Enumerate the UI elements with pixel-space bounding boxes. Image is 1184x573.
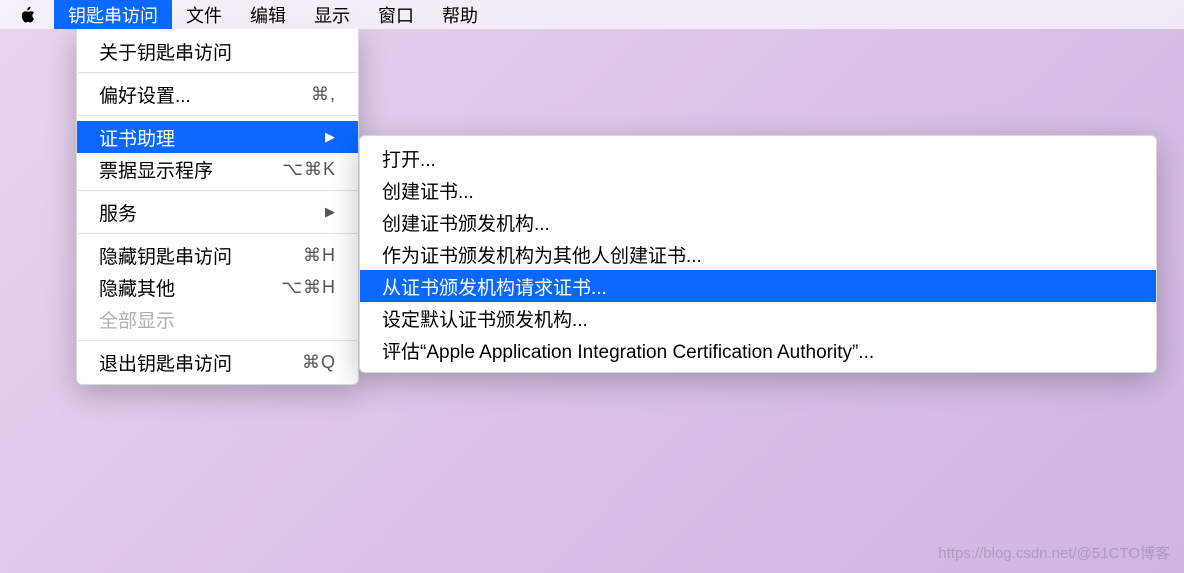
- menubar-item-0[interactable]: 钥匙串访问: [54, 0, 172, 29]
- menu-item-5[interactable]: 票据显示程序 ⌥⌘K: [77, 153, 358, 185]
- menu-item-label: 证书助理: [99, 124, 175, 151]
- submenu-item-2[interactable]: 创建证书颁发机构...: [360, 206, 1156, 238]
- watermark-text: https://blog.csdn.net/@51CTO博客: [938, 542, 1170, 563]
- submenu-item-0[interactable]: 打开...: [360, 142, 1156, 174]
- menu-shortcut: ⌘Q: [302, 352, 336, 373]
- menu-item-7[interactable]: 服务 ▶: [77, 196, 358, 228]
- submenu-item-4[interactable]: 从证书颁发机构请求证书...: [360, 270, 1156, 302]
- submenu-item-1[interactable]: 创建证书...: [360, 174, 1156, 206]
- menubar-item-2[interactable]: 编辑: [236, 0, 300, 29]
- menubar-item-1[interactable]: 文件: [172, 0, 236, 29]
- menu-item-label: 全部显示: [99, 306, 175, 333]
- menu-item-13[interactable]: 退出钥匙串访问 ⌘Q: [77, 346, 358, 378]
- menu-shortcut: ⌘,: [311, 84, 336, 105]
- app-menu-dropdown: 关于钥匙串访问偏好设置... ⌘, 证书助理 ▶ 票据显示程序 ⌥⌘K 服务 ▶ 隐藏钥匙串访问…: [76, 29, 359, 385]
- menu-item-11: 全部显示: [77, 303, 358, 335]
- menu-separator: [78, 72, 357, 73]
- submenu-item-label: 作为证书颁发机构为其他人创建证书...: [382, 241, 702, 268]
- menu-item-label: 偏好设置...: [99, 81, 191, 108]
- cert-assistant-submenu: 打开... 创建证书... 创建证书颁发机构... 作为证书颁发机构为其他人创建证书.…: [359, 135, 1157, 373]
- menubar-item-5[interactable]: 帮助: [428, 0, 492, 29]
- menubar-item-3[interactable]: 显示: [300, 0, 364, 29]
- menu-separator: [78, 115, 357, 116]
- menu-item-label: 退出钥匙串访问: [99, 349, 232, 376]
- menu-item-0[interactable]: 关于钥匙串访问: [77, 35, 358, 67]
- menu-item-4[interactable]: 证书助理 ▶: [77, 121, 358, 153]
- apple-logo-icon[interactable]: [18, 5, 36, 25]
- menu-separator: [78, 190, 357, 191]
- menubar-item-4[interactable]: 窗口: [364, 0, 428, 29]
- menu-shortcut: ⌥⌘H: [281, 277, 336, 298]
- menu-item-2[interactable]: 偏好设置... ⌘,: [77, 78, 358, 110]
- submenu-item-label: 创建证书...: [382, 177, 474, 204]
- menubar: 钥匙串访问文件编辑显示窗口帮助: [0, 0, 1184, 29]
- menu-shortcut: ⌘H: [303, 245, 336, 266]
- menu-separator: [78, 340, 357, 341]
- chevron-right-icon: ▶: [325, 129, 336, 145]
- menu-shortcut: ⌥⌘K: [282, 159, 336, 180]
- menu-item-label: 服务: [99, 199, 137, 226]
- menu-item-9[interactable]: 隐藏钥匙串访问 ⌘H: [77, 239, 358, 271]
- submenu-item-5[interactable]: 设定默认证书颁发机构...: [360, 302, 1156, 334]
- submenu-item-3[interactable]: 作为证书颁发机构为其他人创建证书...: [360, 238, 1156, 270]
- menu-item-label: 隐藏其他: [99, 274, 175, 301]
- menu-item-10[interactable]: 隐藏其他 ⌥⌘H: [77, 271, 358, 303]
- menu-separator: [78, 233, 357, 234]
- submenu-item-6[interactable]: 评估“Apple Application Integration Certifi…: [360, 334, 1156, 366]
- submenu-item-label: 设定默认证书颁发机构...: [382, 305, 588, 332]
- menu-item-label: 关于钥匙串访问: [99, 38, 232, 65]
- chevron-right-icon: ▶: [325, 204, 336, 220]
- submenu-item-label: 创建证书颁发机构...: [382, 209, 550, 236]
- submenu-item-label: 评估“Apple Application Integration Certifi…: [382, 337, 874, 364]
- menu-item-label: 隐藏钥匙串访问: [99, 242, 232, 269]
- submenu-item-label: 打开...: [382, 145, 436, 172]
- menu-item-label: 票据显示程序: [99, 156, 213, 183]
- submenu-item-label: 从证书颁发机构请求证书...: [382, 273, 607, 300]
